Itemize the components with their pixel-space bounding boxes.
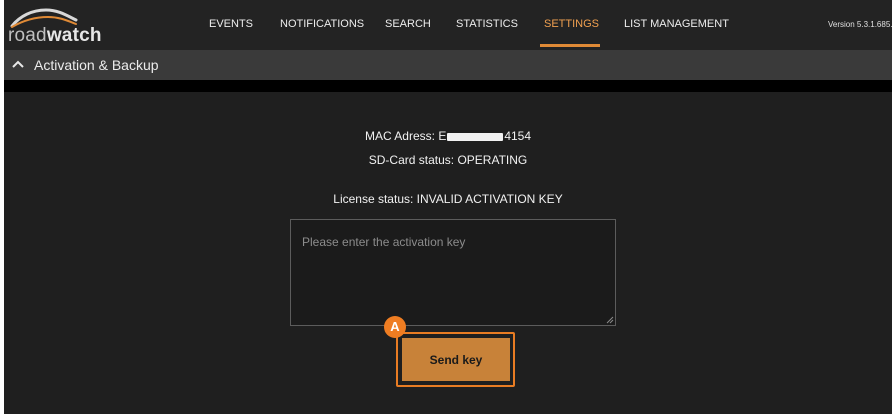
logo-wordmark: roadwatch xyxy=(8,25,102,47)
nav-events[interactable]: EVENTS xyxy=(209,18,253,30)
logo-prefix: road xyxy=(8,25,47,46)
section-header[interactable]: Activation & Backup xyxy=(4,50,892,80)
nav-statistics[interactable]: STATISTICS xyxy=(456,18,518,30)
version-label: Version 5.3.1.685.23 xyxy=(828,20,892,29)
sd-card-status: SD-Card status: OPERATING xyxy=(368,153,528,167)
nav-search[interactable]: SEARCH xyxy=(385,18,431,30)
logo-suffix: watch xyxy=(46,25,102,46)
mac-address-line: MAC Adress: E 4154 xyxy=(4,129,892,143)
license-status: License status: INVALID ACTIVATION KEY xyxy=(333,192,563,206)
send-key-button[interactable]: Send key xyxy=(402,338,510,381)
nav-list-management[interactable]: LIST MANAGEMENT xyxy=(624,18,729,30)
resize-handle-icon[interactable] xyxy=(606,316,614,324)
app-window: roadwatch EVENTS NOTIFICATIONS SEARCH ST… xyxy=(4,0,892,414)
redaction-mask xyxy=(447,132,504,141)
mac-address-tail: 4154 xyxy=(504,129,532,143)
nav-settings[interactable]: SETTINGS xyxy=(544,18,599,30)
callout-marker: A xyxy=(384,316,406,338)
mac-address-label: MAC Adress: E xyxy=(364,129,447,143)
top-navigation-bar: roadwatch EVENTS NOTIFICATIONS SEARCH ST… xyxy=(4,0,892,50)
nav-notifications[interactable]: NOTIFICATIONS xyxy=(280,18,364,30)
chevron-up-icon[interactable] xyxy=(12,59,24,69)
activation-panel: MAC Adress: E 4154 SD-Card status: OPERAT… xyxy=(4,92,892,414)
active-tab-indicator xyxy=(540,44,600,47)
roadwatch-logo[interactable]: roadwatch xyxy=(8,6,108,46)
activation-key-input[interactable] xyxy=(290,219,616,326)
section-title: Activation & Backup xyxy=(34,57,159,73)
